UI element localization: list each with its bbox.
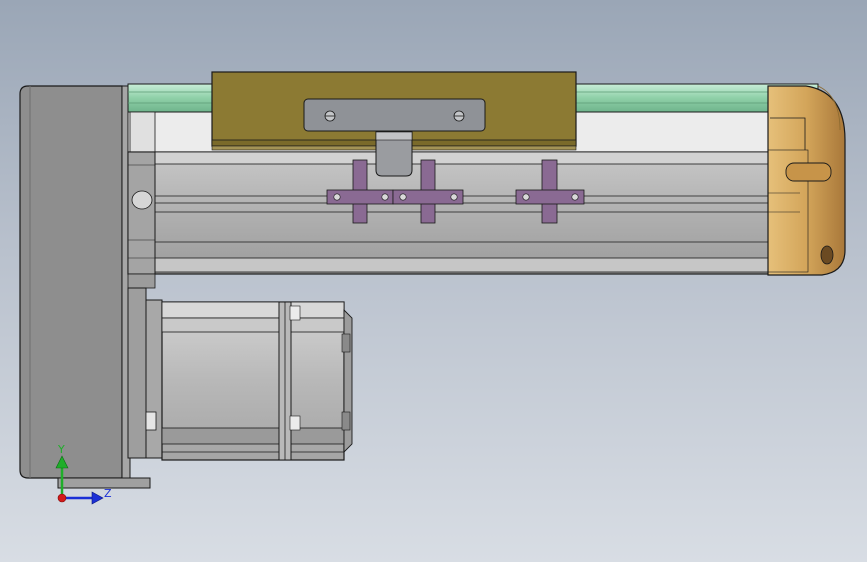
cad-viewport[interactable]: Y Z xyxy=(0,0,867,562)
end-cap-slot xyxy=(785,162,832,182)
origin-icon xyxy=(57,493,67,503)
end-cap[interactable] xyxy=(767,85,846,276)
servo-motor[interactable] xyxy=(127,287,353,461)
z-arrow-icon xyxy=(91,491,104,505)
y-axis-label: Y xyxy=(57,443,65,456)
z-axis-label: Z xyxy=(104,487,112,500)
end-plate[interactable] xyxy=(19,85,131,479)
end-cap-hole xyxy=(820,245,834,265)
assembly-drawing: Y Z xyxy=(19,71,846,505)
